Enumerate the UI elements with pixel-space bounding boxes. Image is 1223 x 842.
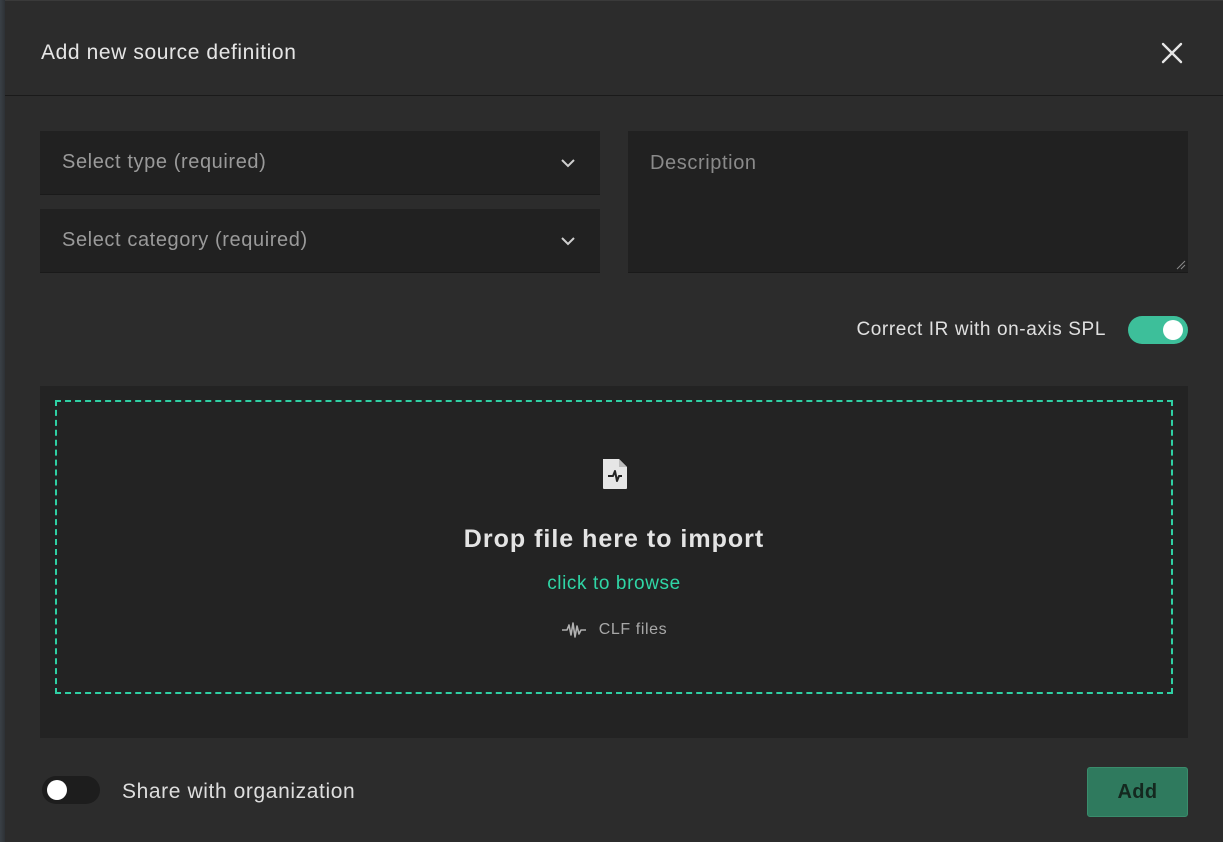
browse-link[interactable]: click to browse [57,573,1171,595]
dropzone-title: Drop file here to import [463,525,765,553]
dialog-title: Add new source definition [41,41,297,64]
type-select[interactable]: Select type (required) [40,131,600,195]
file-waveform-icon [603,459,627,489]
correct-ir-toggle[interactable] [1128,316,1188,344]
add-button[interactable]: Add [1087,767,1188,817]
accepted-filetypes: CLF files [57,621,1171,639]
file-dropzone[interactable]: Drop file here to import click to browse… [55,400,1173,694]
chevron-down-icon [561,159,575,168]
dialog-header: Add new source definition [5,1,1223,96]
description-placeholder: Description [650,152,757,174]
chevron-down-icon [561,237,575,246]
close-icon [1161,42,1183,64]
filetype-label: CLF files [598,621,668,638]
correct-ir-label: Correct IR with on-axis SPL [856,319,1106,340]
import-panel: Drop file here to import click to browse… [40,386,1188,738]
category-select-placeholder: Select category (required) [62,229,308,251]
resize-handle-icon[interactable] [1174,258,1186,270]
category-select[interactable]: Select category (required) [40,209,600,273]
description-textarea[interactable]: Description [628,131,1188,273]
toggle-knob [1163,320,1183,340]
waveform-icon [561,622,586,638]
add-source-dialog: Add new source definition Select type (r… [5,0,1223,842]
share-toggle[interactable] [42,776,100,804]
share-label: Share with organization [122,780,356,803]
close-button[interactable] [1158,39,1186,67]
type-select-placeholder: Select type (required) [62,151,267,173]
toggle-knob [47,780,67,800]
